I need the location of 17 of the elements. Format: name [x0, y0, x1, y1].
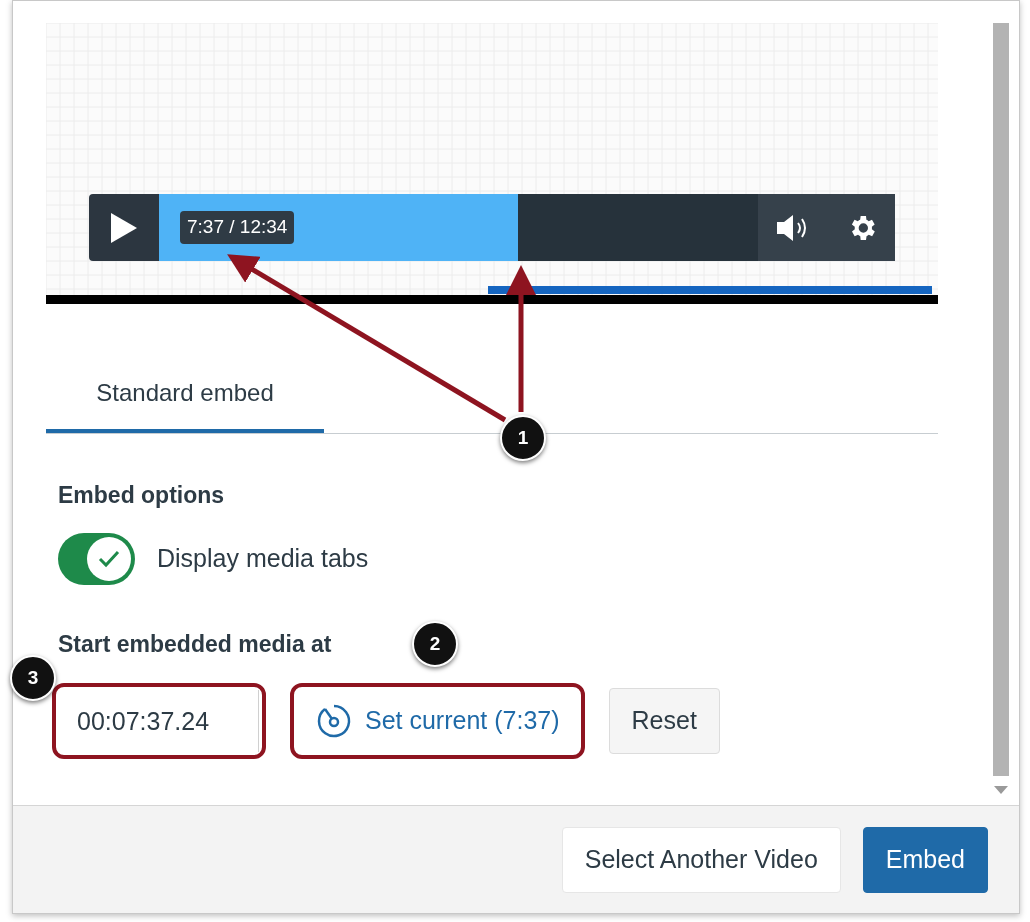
- time-readout: 7:37 / 12:34: [180, 211, 295, 244]
- set-current-button[interactable]: Set current (7:37): [297, 690, 578, 752]
- embed-button[interactable]: Embed: [862, 826, 988, 893]
- section-heading: Embed options: [58, 481, 225, 510]
- progress-track[interactable]: 7:37 / 12:34: [159, 194, 758, 261]
- select-video-button[interactable]: Select Another Video: [561, 826, 841, 893]
- reset-button[interactable]: Reset: [608, 688, 720, 754]
- toggle-switch[interactable]: [58, 532, 135, 585]
- check-icon: [97, 548, 121, 569]
- section-heading: Start embedded media at: [58, 629, 332, 659]
- callout-marker: 2: [412, 621, 458, 667]
- play-icon: [111, 212, 137, 243]
- scroll-down-icon[interactable]: [994, 786, 1008, 794]
- callout-marker: 3: [10, 655, 56, 701]
- timer-icon: [315, 702, 353, 740]
- toggle-label: Display media tabs: [157, 542, 369, 574]
- tab[interactable]: Standard embed: [46, 356, 324, 433]
